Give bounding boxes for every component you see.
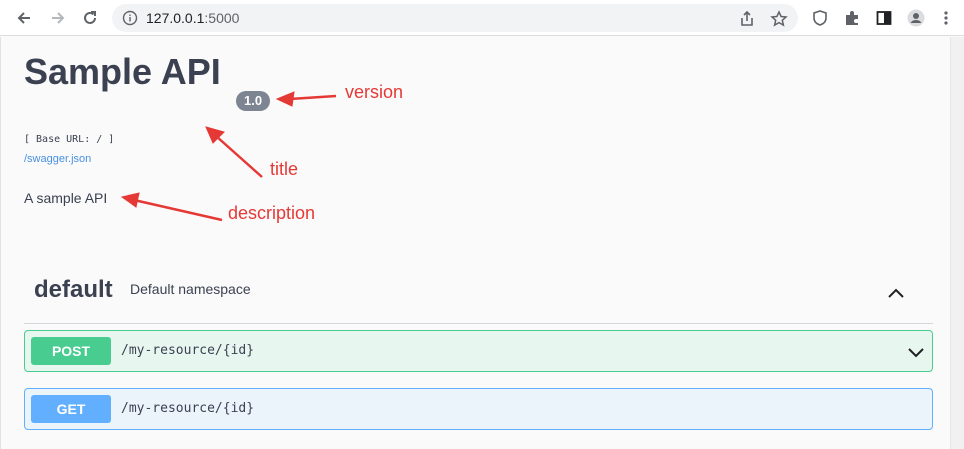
extensions-puzzle-icon[interactable] bbox=[840, 6, 864, 30]
api-title: Sample API bbox=[24, 51, 221, 92]
operation-path-get: /my-resource/{id} bbox=[121, 401, 255, 416]
browser-menu-icon[interactable] bbox=[934, 6, 958, 30]
back-arrow-icon[interactable] bbox=[12, 6, 36, 30]
reload-icon[interactable] bbox=[78, 6, 102, 30]
profile-avatar-icon[interactable] bbox=[904, 6, 928, 30]
share-icon[interactable] bbox=[738, 10, 756, 28]
version-badge: 1.0 bbox=[236, 91, 271, 111]
forward-arrow-icon[interactable] bbox=[46, 6, 70, 30]
method-badge-post: POST bbox=[31, 337, 111, 365]
side-panel-icon[interactable] bbox=[872, 6, 896, 30]
api-description: A sample API bbox=[24, 190, 108, 206]
bookmark-star-icon[interactable] bbox=[770, 10, 788, 28]
chevron-up-icon[interactable] bbox=[884, 282, 908, 306]
operation-get[interactable]: GET /my-resource/{id} bbox=[24, 388, 933, 430]
operation-path-post: /my-resource/{id} bbox=[121, 343, 255, 358]
method-badge-get: GET bbox=[31, 395, 111, 423]
namespace-header[interactable]: default Default namespace bbox=[24, 270, 933, 324]
browser-toolbar: 127.0.0.1:5000 bbox=[0, 0, 964, 36]
namespace-name: default bbox=[34, 276, 113, 303]
title-annotation: title bbox=[270, 159, 299, 179]
version-annotation: version bbox=[345, 82, 404, 102]
vertical-scrollbar[interactable] bbox=[950, 37, 964, 449]
base-url: [ Base URL: / ] bbox=[24, 134, 115, 145]
operation-post[interactable]: POST /my-resource/{id} bbox=[24, 330, 933, 372]
address-bar[interactable]: 127.0.0.1:5000 bbox=[112, 4, 798, 32]
description-annotation: description bbox=[228, 203, 316, 223]
swagger-json-link[interactable]: /swagger.json bbox=[24, 153, 91, 165]
url-text: 127.0.0.1:5000 bbox=[146, 10, 240, 26]
extension-shield-icon[interactable] bbox=[808, 6, 832, 30]
chevron-down-icon[interactable] bbox=[905, 341, 927, 363]
page-left-edge bbox=[0, 37, 3, 449]
site-info-icon[interactable] bbox=[122, 10, 138, 26]
namespace-description: Default namespace bbox=[130, 281, 251, 297]
